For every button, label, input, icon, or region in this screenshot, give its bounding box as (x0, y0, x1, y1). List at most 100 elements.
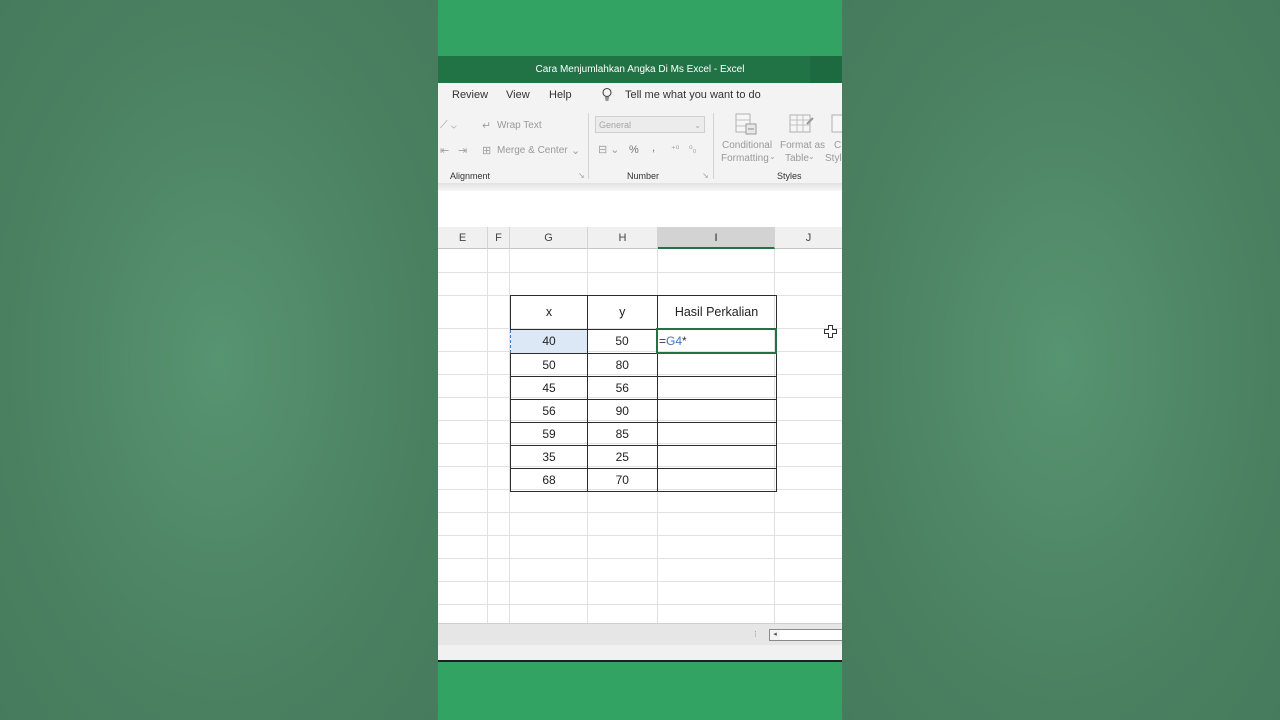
cell-y[interactable]: 56 (587, 376, 658, 400)
increase-decimal-icon[interactable]: ⁺⁰ (671, 144, 679, 155)
cell-y[interactable]: 50 (587, 328, 658, 354)
cell-x[interactable]: 68 (510, 468, 588, 492)
table-header-row: x y Hasil Perkalian (510, 295, 777, 330)
gridline (438, 558, 842, 559)
gridline (438, 604, 842, 605)
column-header-g[interactable]: G (510, 227, 588, 249)
column-header-h[interactable]: H (588, 227, 658, 249)
menu-bar: Review View Help Tell me what you want t… (438, 83, 842, 107)
merge-center-icon: ⊞ (482, 145, 492, 157)
cell-x[interactable]: 45 (510, 376, 588, 400)
table-row: 35 25 (510, 445, 777, 469)
cell-result[interactable] (656, 468, 777, 492)
orientation-icon[interactable]: ⟋ ⌄ (440, 119, 457, 132)
cell-x[interactable]: 50 (510, 352, 588, 377)
comma-style-button[interactable]: , (652, 142, 655, 154)
cell-y[interactable]: 25 (587, 445, 658, 469)
tab-split-handle[interactable]: ⁝ (754, 629, 757, 640)
cell-result[interactable] (656, 422, 777, 446)
gridline (438, 535, 842, 536)
chevron-down-icon: ⌄ (808, 152, 815, 161)
background-right (842, 0, 1280, 720)
worksheet-grid[interactable]: x y Hasil Perkalian 40 50 =G4* 50 80 45 … (438, 249, 842, 623)
ribbon-shadow (438, 183, 842, 191)
cell-y[interactable]: 85 (587, 422, 658, 446)
decrease-indent-icon[interactable]: ⇤ (440, 144, 449, 157)
cell-result[interactable] (656, 352, 777, 377)
merge-dropdown-icon[interactable]: ⌄ (571, 144, 580, 157)
tell-me-search[interactable]: Tell me what you want to do (625, 89, 761, 101)
number-format-value: General (599, 120, 632, 130)
window-title: Cara Menjumlahkan Angka Di Ms Excel - Ex… (535, 64, 745, 75)
currency-icon[interactable]: ⊟ ⌄ (598, 143, 620, 156)
cell-styles-label-2[interactable]: Style (825, 153, 842, 164)
bottom-border (438, 662, 842, 720)
format-as-table-icon (789, 112, 815, 141)
title-bar: Cara Menjumlahkan Angka Di Ms Excel - Ex… (438, 56, 842, 83)
table-row: 59 85 (510, 422, 777, 446)
formula-equals: = (659, 334, 667, 348)
gridline (438, 272, 842, 273)
column-header-e[interactable]: E (438, 227, 488, 249)
conditional-formatting-label-1[interactable]: Conditional (722, 140, 772, 151)
top-border (438, 0, 842, 56)
wrap-text-icon: ↵ (482, 120, 492, 132)
cell-styles-icon (831, 112, 842, 141)
table-row: 68 70 (510, 468, 777, 492)
cell-x[interactable]: 35 (510, 445, 588, 469)
number-launcher-icon[interactable]: ↘ (702, 171, 709, 180)
header-cell-x[interactable]: x (510, 295, 588, 330)
column-header-j[interactable]: J (775, 227, 842, 249)
group-number-label: Number (627, 171, 660, 181)
ribbon-separator (588, 113, 589, 179)
header-cell-y[interactable]: y (587, 295, 658, 330)
table-row: 45 56 (510, 376, 777, 400)
gridline (438, 581, 842, 582)
sheet-tab-bar: ⁝ ◂ (438, 623, 842, 646)
cell-x-referenced[interactable]: 40 (510, 328, 588, 354)
format-as-table-label-2[interactable]: Table (785, 153, 809, 164)
column-header-i[interactable]: I (658, 227, 775, 249)
table-row: 56 90 (510, 399, 777, 423)
group-styles-label: Styles (777, 171, 802, 181)
gridline (487, 249, 488, 623)
increase-indent-icon[interactable]: ⇥ (458, 144, 467, 157)
horizontal-scrollbar[interactable] (780, 629, 842, 641)
cell-result[interactable] (656, 445, 777, 469)
menu-view[interactable]: View (506, 89, 530, 101)
wrap-text-button[interactable]: Wrap Text (497, 120, 542, 131)
ribbon-separator (713, 113, 714, 179)
chevron-down-icon: ⌄ (769, 152, 776, 161)
alignment-launcher-icon[interactable]: ↘ (578, 171, 585, 180)
cell-result[interactable] (656, 376, 777, 400)
cell-y[interactable]: 80 (587, 352, 658, 377)
cell-cursor-icon (824, 325, 837, 341)
chevron-down-icon: ⌄ (694, 121, 701, 130)
table-row: 40 50 =G4* (510, 328, 777, 354)
format-as-table-label-1[interactable]: Format as (780, 140, 825, 151)
cell-y[interactable]: 90 (587, 399, 658, 423)
decrease-decimal-icon[interactable]: ⁰₀ (689, 144, 696, 155)
status-bar (438, 645, 842, 662)
background-left (0, 0, 438, 720)
number-format-select[interactable]: General ⌄ (595, 116, 705, 133)
gridline (438, 512, 842, 513)
merge-center-button[interactable]: Merge & Center (497, 145, 568, 156)
cell-result[interactable] (656, 399, 777, 423)
percent-style-button[interactable]: % (629, 144, 639, 156)
menu-help[interactable]: Help (549, 89, 572, 101)
cell-x[interactable]: 56 (510, 399, 588, 423)
menu-review[interactable]: Review (452, 89, 488, 101)
cell-y[interactable]: 70 (587, 468, 658, 492)
formula-reference: G4 (666, 334, 683, 348)
conditional-formatting-label-2[interactable]: Formatting (721, 153, 769, 164)
excel-window: Cara Menjumlahkan Angka Di Ms Excel - Ex… (438, 0, 842, 720)
cell-styles-label-1[interactable]: C (834, 140, 841, 151)
cell-x[interactable]: 59 (510, 422, 588, 446)
cell-formula-editing[interactable]: =G4* (656, 328, 777, 354)
table-row: 50 80 (510, 352, 777, 377)
formula-operator: * (682, 334, 687, 348)
column-header-f[interactable]: F (488, 227, 510, 249)
header-cell-hasil-perkalian[interactable]: Hasil Perkalian (656, 295, 777, 330)
lightbulb-icon (601, 87, 613, 105)
